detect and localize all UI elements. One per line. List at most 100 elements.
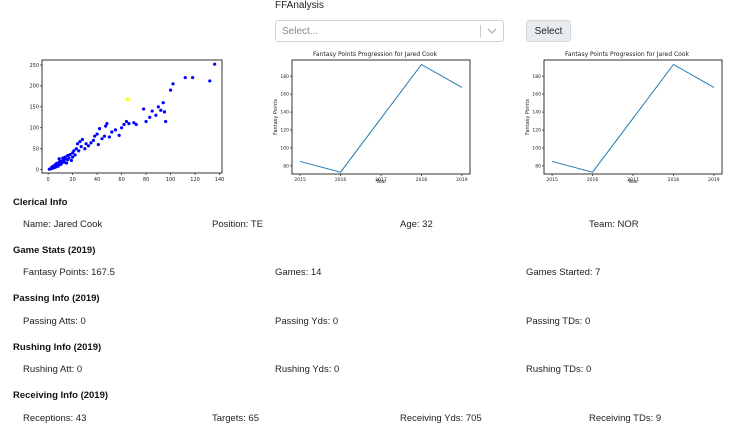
player-team: Team: NOR: [589, 219, 639, 230]
scatter-point: [168, 88, 173, 92]
scatter-point: [110, 130, 114, 134]
game-stats-heading: Game Stats (2019): [13, 245, 96, 256]
x-tick-label: 2017: [375, 177, 387, 183]
targets: Targets: 65: [212, 413, 259, 424]
line-series: [299, 63, 463, 173]
y-tick-label: 140: [280, 110, 289, 116]
scatter-point: [91, 138, 96, 142]
player-name: Name: Jared Cook: [23, 219, 103, 230]
games-started: Games Started: 7: [526, 267, 601, 278]
scatter-point: [159, 108, 163, 112]
rushing-tds: Rushing TDs: 0: [526, 364, 592, 375]
scatter-chart: 0 20 40 60 80 100 120 140 0 50 100 150 200 250: [29, 59, 225, 183]
scatter-point: [213, 62, 217, 66]
games-played: Games: 14: [275, 267, 322, 278]
scatter-point: [84, 142, 88, 146]
scatter-point: [97, 127, 102, 131]
x-tick-label: 120: [190, 177, 200, 183]
rushing-info-heading: Rushing Info (2019): [13, 342, 102, 353]
app-title: FFAnalysis: [275, 0, 324, 11]
x-tick-label: 2018: [668, 177, 680, 183]
x-tick-label: 2015: [294, 177, 306, 183]
scatter-point: [93, 134, 97, 138]
y-tick-label: 80: [283, 164, 289, 170]
receiving-yds: Receiving Yds: 705: [400, 413, 482, 424]
scatter-point: [89, 141, 93, 145]
fantasy-points: Fantasy Points: 167.5: [23, 267, 115, 278]
scatter-point: [83, 147, 87, 151]
player-select[interactable]: Select...: [275, 20, 504, 42]
scatter-point: [107, 135, 111, 139]
scatter-point: [77, 149, 81, 153]
scatter-point: [67, 156, 71, 160]
scatter-point: [161, 101, 165, 105]
scatter-point: [78, 140, 82, 144]
y-tick-label: 120: [532, 128, 541, 134]
y-tick-label: 200: [29, 84, 39, 90]
y-tick-label: 120: [280, 128, 289, 134]
y-axis-label: Fantasy Points: [525, 99, 531, 135]
x-tick-label: 0: [47, 177, 50, 183]
x-tick-label: 2015: [546, 177, 558, 183]
scatter-point: [150, 109, 154, 113]
scatter-point: [95, 132, 99, 136]
scatter-point: [79, 145, 83, 149]
y-tick-label: 160: [532, 92, 541, 98]
y-tick-label: 80: [535, 164, 541, 170]
scatter-point: [162, 110, 167, 114]
x-tick-label: 2016: [335, 177, 347, 183]
y-tick-label: 50: [33, 147, 39, 153]
receiving-tds: Receiving TDs: 9: [589, 413, 662, 424]
scatter-point: [142, 107, 146, 111]
series-line: [299, 63, 463, 173]
scatter-point: [154, 113, 158, 117]
scatter-point: [69, 158, 73, 163]
select-separator: [480, 25, 481, 38]
y-tick-label: 100: [532, 146, 541, 152]
scatter-point: [127, 122, 131, 126]
y-tick-label: 100: [29, 126, 39, 132]
highlighted-player-point: [125, 97, 130, 102]
y-axis-label: Fantasy Points: [273, 99, 279, 135]
scatter-point: [64, 161, 69, 165]
scatter-point: [72, 149, 76, 153]
chart-title: Fantasy Points Progression for Jared Coo…: [313, 51, 437, 58]
clerical-info-heading: Clerical Info: [13, 197, 68, 208]
passing-tds: Passing TDs: 0: [526, 316, 591, 327]
scatter-point: [124, 119, 129, 124]
y-tick-label: 150: [29, 105, 39, 111]
line-chart-1: Fantasy Points Progression for Jared Coo…: [273, 51, 471, 185]
x-tick-label: 2018: [416, 177, 428, 183]
scatter-point: [75, 142, 80, 146]
x-tick-label: 140: [215, 177, 225, 183]
x-tick-label: 2019: [456, 177, 468, 183]
scatter-point: [117, 133, 121, 137]
passing-yds: Passing Yds: 0: [275, 316, 339, 327]
scatter-points: [47, 62, 217, 171]
series-line: [551, 63, 715, 173]
scatter-point: [119, 126, 124, 130]
scatter-point: [86, 144, 91, 148]
select-button[interactable]: Select: [526, 20, 571, 42]
passing-atts: Passing Atts: 0: [23, 316, 86, 327]
chevron-down-icon[interactable]: [487, 28, 497, 35]
y-tick-label: 160: [280, 92, 289, 98]
scatter-point: [73, 153, 77, 157]
rushing-att: Rushing Att: 0: [23, 364, 83, 375]
y-tick-label: 0: [36, 167, 39, 173]
scatter-point: [171, 82, 175, 86]
scatter-point: [156, 105, 160, 109]
y-tick-label: 100: [280, 146, 289, 152]
y-tick-label: 180: [532, 74, 541, 80]
select-placeholder: Select...: [282, 26, 319, 37]
y-tick-label: 180: [280, 74, 289, 80]
y-tick-label: 140: [532, 110, 541, 116]
line-chart-2: Fantasy Points Progression for Jared Coo…: [525, 51, 723, 185]
scatter-point: [164, 119, 168, 124]
scatter-point: [113, 128, 118, 132]
passing-info-heading: Passing Info (2019): [13, 293, 100, 304]
y-tick-label: 250: [29, 63, 39, 69]
line-series: [551, 63, 715, 173]
receptions: Receptions: 43: [23, 413, 87, 424]
x-tick-label: 20: [69, 177, 75, 183]
